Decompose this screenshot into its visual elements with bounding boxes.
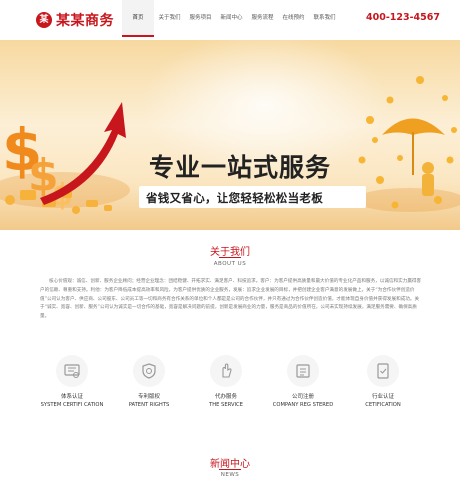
service-label: 代办服务 bbox=[214, 394, 237, 400]
phone-number: 400-123-4567 bbox=[366, 12, 440, 23]
service-label: 行业认证 bbox=[371, 394, 394, 400]
industry-cert-icon bbox=[377, 363, 389, 379]
logo-text: 某某商务 bbox=[56, 13, 114, 29]
nav-item-booking[interactable]: 在线预约 bbox=[278, 0, 309, 35]
service-label-en: PATENT RIGHTS bbox=[128, 402, 170, 408]
hand-service-icon bbox=[222, 363, 232, 378]
about-subtitle: ABOUT US bbox=[213, 261, 247, 267]
logo[interactable]: 某 某某商务 bbox=[36, 10, 114, 30]
banner-subtitle: 省钱又省心，让您轻轻松松当老板 bbox=[146, 191, 323, 205]
nav-item-about[interactable]: 关于我们 bbox=[154, 0, 185, 35]
service-item-agency[interactable]: 代办服务 THE SERVICE bbox=[186, 347, 266, 408]
service-icon-circle bbox=[210, 355, 242, 387]
service-icon-circle bbox=[367, 355, 399, 387]
nav-item-home[interactable]: 首页 bbox=[122, 0, 154, 37]
service-label-en: THE SERVICE bbox=[209, 402, 243, 408]
service-label: 专利版权 bbox=[137, 394, 160, 400]
header: 某 某某商务 首页 关于我们 服务项目 新闻中心 服务流程 在线预约 联系我们 … bbox=[0, 0, 460, 40]
certificate-icon bbox=[64, 364, 80, 378]
nav-item-news[interactable]: 新闻中心 bbox=[216, 0, 247, 35]
services-row: 体系认证 SYSTEM CERTIFI CATION 专利版权 PATENT R… bbox=[0, 347, 460, 435]
news-title: 新闻中心 bbox=[210, 459, 250, 470]
service-icon-circle bbox=[56, 355, 88, 387]
about-title-divider bbox=[219, 257, 241, 258]
logo-mark-icon: 某 bbox=[36, 12, 52, 28]
banner-title: 专业一站式服务 bbox=[149, 153, 332, 182]
main-nav: 首页 关于我们 服务项目 新闻中心 服务流程 在线预约 联系我们 bbox=[122, 0, 340, 37]
about-title: 关于我们 bbox=[210, 247, 250, 258]
service-label: 体系认证 bbox=[60, 394, 83, 400]
service-icon-circle bbox=[133, 355, 165, 387]
service-label: 公司注册 bbox=[291, 394, 314, 400]
nav-item-services[interactable]: 服务项目 bbox=[185, 0, 216, 35]
about-text: 核心价值观：诚信、创新、服务企业顾问；经营企业理念：团结稳健、开拓求实、满足客户… bbox=[40, 279, 422, 320]
dollar-arrow-illustration: $ $ $ bbox=[0, 102, 130, 214]
hero-banner[interactable]: $ $ $ 专业一站式服务 省钱又省心，让您轻轻松松当老板 bbox=[0, 40, 460, 230]
service-icon-circle bbox=[287, 355, 319, 387]
umbrella-coins-illustration bbox=[355, 76, 460, 212]
company-register-icon bbox=[296, 364, 310, 378]
service-label-en: COMPANY REG STERED bbox=[272, 402, 334, 408]
news-title-divider bbox=[219, 469, 241, 470]
service-item-certification[interactable]: 体系认证 SYSTEM CERTIFI CATION bbox=[32, 347, 112, 408]
patent-icon bbox=[142, 363, 156, 379]
nav-item-contact[interactable]: 联系我们 bbox=[309, 0, 340, 35]
nav-item-process[interactable]: 服务流程 bbox=[247, 0, 278, 35]
service-label-en: SYSTEM CERTIFI CATION bbox=[40, 402, 104, 408]
service-item-patent[interactable]: 专利版权 PATENT RIGHTS bbox=[109, 347, 189, 408]
service-item-registration[interactable]: 公司注册 COMPANY REG STERED bbox=[263, 347, 343, 408]
service-item-industry-cert[interactable]: 行业认证 CETIFICATION bbox=[343, 347, 423, 408]
service-label-en: CETIFICATION bbox=[365, 402, 401, 408]
news-subtitle: NEWS bbox=[220, 472, 240, 478]
